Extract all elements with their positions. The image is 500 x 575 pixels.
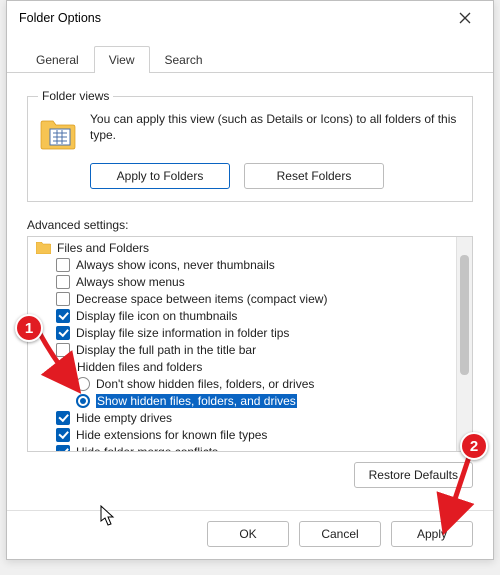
dialog-footer: OK Cancel Apply	[7, 510, 493, 559]
tab-view[interactable]: View	[94, 46, 150, 73]
apply-button[interactable]: Apply	[391, 521, 473, 547]
folder-icon	[56, 361, 71, 373]
radio-selected-icon	[76, 394, 90, 408]
checkbox-icon	[56, 292, 70, 306]
checkbox-checked-icon	[56, 309, 70, 323]
advanced-settings-label: Advanced settings:	[27, 218, 473, 232]
group-hidden-files[interactable]: Hidden files and folders	[34, 358, 456, 375]
checkbox-icon	[56, 275, 70, 289]
annotation-badge-2: 2	[460, 432, 488, 460]
opt-hide-extensions[interactable]: Hide extensions for known file types	[34, 426, 456, 443]
annotation-badge-1: 1	[15, 314, 43, 342]
opt-file-icon-thumb[interactable]: Display file icon on thumbnails	[34, 307, 456, 324]
close-button[interactable]	[443, 3, 487, 33]
checkbox-checked-icon	[56, 326, 70, 340]
scroll-thumb[interactable]	[460, 255, 469, 375]
window-title: Folder Options	[19, 11, 101, 25]
folder-views-group: Folder views You can apply this view (su…	[27, 89, 473, 202]
folder-views-description: You can apply this view (such as Details…	[90, 109, 462, 143]
cancel-button[interactable]: Cancel	[299, 521, 381, 547]
checkbox-checked-icon	[56, 428, 70, 442]
tab-content: Folder views You can apply this view (su…	[7, 73, 493, 510]
folder-views-legend: Folder views	[38, 89, 113, 103]
tree-root-files-folders[interactable]: Files and Folders	[34, 239, 456, 256]
folder-options-window: Folder Options General View Search Folde…	[6, 0, 494, 560]
opt-compact-view[interactable]: Decrease space between items (compact vi…	[34, 290, 456, 307]
tab-strip: General View Search	[7, 35, 493, 73]
folder-icon	[36, 242, 51, 254]
opt-full-path-title[interactable]: Display the full path in the title bar	[34, 341, 456, 358]
titlebar: Folder Options	[7, 1, 493, 35]
tab-search[interactable]: Search	[150, 46, 218, 73]
checkbox-checked-icon	[56, 411, 70, 425]
restore-defaults-button[interactable]: Restore Defaults	[354, 462, 473, 488]
checkbox-icon	[56, 258, 70, 272]
checkbox-checked-icon	[56, 445, 70, 452]
folder-views-icon	[38, 113, 78, 153]
opt-hide-merge-conflicts[interactable]: Hide folder merge conflicts	[34, 443, 456, 451]
opt-hidden-dont-show[interactable]: Don't show hidden files, folders, or dri…	[34, 375, 456, 392]
opt-hidden-show[interactable]: Show hidden files, folders, and drives	[34, 392, 456, 409]
ok-button[interactable]: OK	[207, 521, 289, 547]
tree-scrollbar[interactable]	[456, 237, 472, 451]
opt-folder-tips[interactable]: Display file size information in folder …	[34, 324, 456, 341]
tab-general[interactable]: General	[21, 46, 94, 73]
advanced-settings-tree: Files and Folders Always show icons, nev…	[27, 236, 473, 452]
opt-hide-empty-drives[interactable]: Hide empty drives	[34, 409, 456, 426]
opt-thumbnails-icons[interactable]: Always show icons, never thumbnails	[34, 256, 456, 273]
radio-icon	[76, 377, 90, 391]
apply-to-folders-button[interactable]: Apply to Folders	[90, 163, 230, 189]
reset-folders-button[interactable]: Reset Folders	[244, 163, 384, 189]
checkbox-icon	[56, 343, 70, 357]
close-icon	[459, 12, 471, 24]
opt-always-menus[interactable]: Always show menus	[34, 273, 456, 290]
